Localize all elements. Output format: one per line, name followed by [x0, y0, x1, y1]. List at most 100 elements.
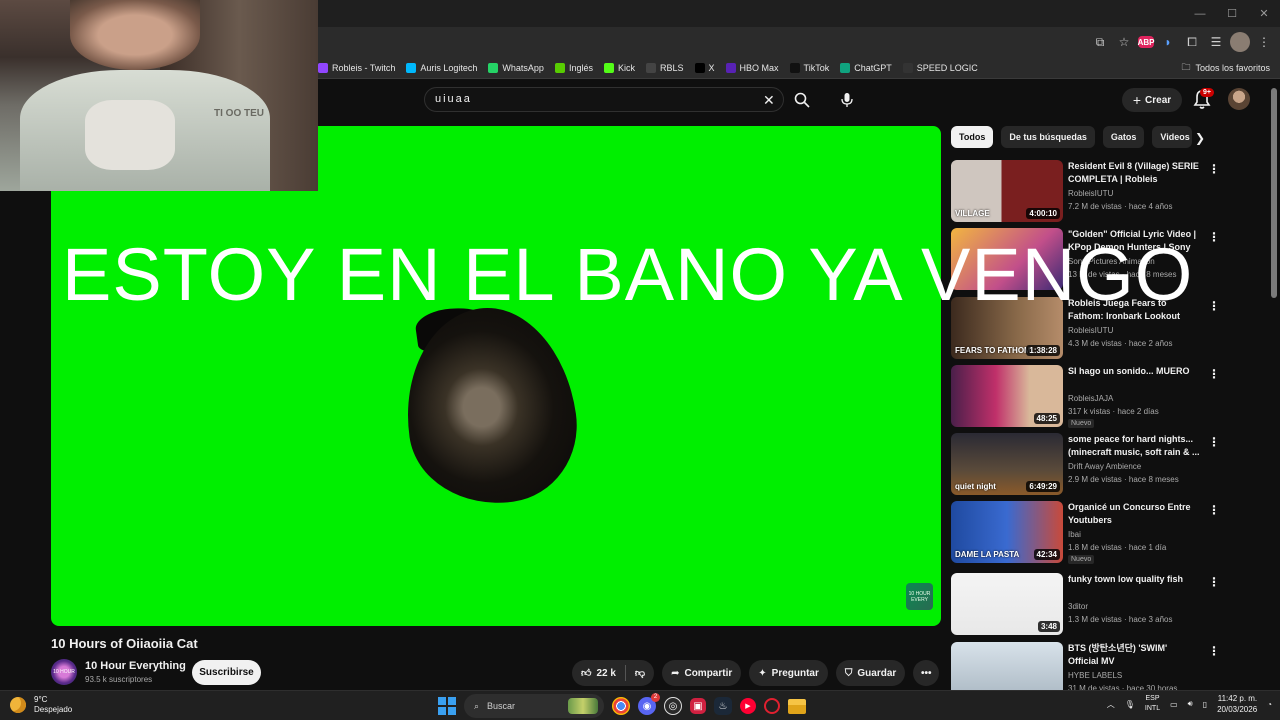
video-thumbnail[interactable]: VILLAGE 4:00:10 — [951, 160, 1063, 222]
recommendation-menu-icon[interactable]: ⋮ — [1208, 575, 1220, 589]
weather-widget[interactable]: 9°C Despejado — [10, 695, 72, 715]
recommendation-channel[interactable]: RobleisJAJA — [1068, 394, 1113, 403]
install-app-icon[interactable]: ⧉ — [1090, 32, 1110, 52]
filter-chip[interactable]: Todos — [951, 126, 994, 148]
search-button[interactable] — [786, 87, 818, 112]
chevron-up-icon[interactable]: ︿ — [1107, 699, 1115, 710]
video-player[interactable]: 10 HOUR EVERY — [51, 126, 941, 626]
taskbar-search[interactable]: ⌕ Buscar — [464, 694, 604, 718]
clock[interactable]: 11:42 p. m. 20/03/2026 — [1217, 693, 1257, 715]
adblock-extension-icon[interactable]: ABP — [1138, 36, 1154, 48]
bookmark-item[interactable]: WhatsApp — [488, 63, 544, 73]
obs-icon[interactable]: ◎ — [664, 697, 682, 715]
chevron-right-icon[interactable]: ❯ — [1195, 131, 1205, 145]
recommendation-item[interactable]: VILLAGE 4:00:10 Resident Evil 8 (Village) … — [951, 160, 1231, 222]
twitch-icon — [318, 63, 328, 73]
steam-icon[interactable]: ♨ — [714, 697, 732, 715]
channel-avatar[interactable]: 10 HOUR — [51, 659, 77, 685]
search-box[interactable]: uiuaa ✕ — [424, 87, 784, 112]
recorder-icon[interactable]: ▣ — [690, 698, 706, 714]
video-thumbnail[interactable]: quiet night 6:49:29 — [951, 433, 1063, 495]
chrome-icon[interactable] — [612, 697, 630, 715]
recommendation-menu-icon[interactable]: ⋮ — [1208, 162, 1220, 176]
maximize-icon[interactable]: ☐ — [1216, 0, 1248, 27]
like-button[interactable]: 👍︎ 22 k — [572, 660, 625, 686]
bookmark-item[interactable]: HBO Max — [725, 63, 779, 73]
recommendation-menu-icon[interactable]: ⋮ — [1208, 230, 1220, 244]
bookmark-item[interactable]: RBLS — [645, 63, 684, 73]
close-window-icon[interactable]: ✕ — [1248, 0, 1280, 27]
channel-watermark[interactable]: 10 HOUR EVERY — [906, 583, 933, 610]
video-thumbnail[interactable]: DAME LA PASTA 42:34 — [951, 501, 1063, 563]
create-button[interactable]: + Crear — [1122, 88, 1182, 112]
subscribe-button[interactable]: Suscribirse — [192, 660, 261, 685]
recommendation-title[interactable]: Resident Evil 8 (Village) SERIE COMPLETA… — [1068, 160, 1200, 186]
taskbar-search-icon: ⌕ — [474, 700, 480, 711]
recommendation-title[interactable]: SI hago un sonido... MUERO — [1068, 365, 1200, 378]
recommendation-channel[interactable]: RobleisIUTU — [1068, 326, 1113, 335]
reading-list-icon[interactable]: ☰ — [1206, 32, 1226, 52]
video-thumbnail[interactable]: 48:25 — [951, 365, 1063, 427]
ask-button[interactable]: ✦ Preguntar — [749, 660, 828, 686]
volume-icon[interactable]: 🔊︎ — [1188, 699, 1193, 709]
recommendation-item[interactable]: 3:48 funky town low quality fish 3ditor 1.3… — [951, 573, 1231, 635]
recommendation-menu-icon[interactable]: ⋮ — [1208, 367, 1220, 381]
opera-icon[interactable] — [764, 698, 780, 714]
recommendation-menu-icon[interactable]: ⋮ — [1208, 299, 1220, 313]
file-explorer-icon[interactable] — [788, 698, 806, 714]
notifications-icon[interactable]: ◔ — [1267, 700, 1272, 709]
browser-menu-icon[interactable]: ⋮ — [1254, 32, 1274, 52]
recommendation-channel[interactable]: 3ditor — [1068, 602, 1088, 611]
bookmark-item[interactable]: ChatGPT — [840, 63, 892, 73]
recommendation-channel[interactable]: RobleisIUTU — [1068, 189, 1113, 198]
recommendation-menu-icon[interactable]: ⋮ — [1208, 644, 1220, 658]
network-icon[interactable]: ▭ — [1170, 700, 1178, 709]
recommendation-channel[interactable]: Drift Away Ambience — [1068, 462, 1141, 471]
recommendation-item[interactable]: DAME LA PASTA 42:34 Organicé un Concurso E… — [951, 501, 1231, 564]
profile-avatar[interactable] — [1230, 32, 1250, 52]
bookmark-item[interactable]: Robleis - Twitch — [318, 63, 395, 73]
recommendation-channel[interactable]: HYBE LABELS — [1068, 671, 1122, 680]
recommendation-title[interactable]: BTS (방탄소년단) 'SWIM' Official MV — [1068, 642, 1200, 668]
bookmark-item[interactable]: Kick — [603, 63, 635, 73]
video-thumbnail[interactable]: 3:48 — [951, 573, 1063, 635]
search-input[interactable]: uiuaa — [435, 93, 472, 105]
recommendation-menu-icon[interactable]: ⋮ — [1208, 503, 1220, 517]
bookmark-item[interactable]: Auris Logitech — [406, 63, 477, 73]
recommendation-menu-icon[interactable]: ⋮ — [1208, 435, 1220, 449]
page-scrollbar[interactable] — [1271, 88, 1277, 298]
share-button[interactable]: ➦ Compartir — [662, 660, 742, 686]
voice-search-button[interactable] — [832, 85, 862, 115]
filter-chip[interactable]: De tus búsquedas — [1001, 126, 1095, 148]
star-icon[interactable]: ☆ — [1114, 32, 1134, 52]
battery-icon[interactable]: ▯ — [1203, 700, 1207, 709]
recommendation-title[interactable]: funky town low quality fish — [1068, 573, 1200, 586]
bookmark-item[interactable]: SPEED LOGIC — [902, 63, 978, 73]
bookmark-item[interactable]: Inglés — [554, 63, 593, 73]
dislike-button[interactable]: 👎︎ — [626, 660, 654, 686]
bookmark-item[interactable]: TikTok — [789, 63, 829, 73]
minimize-icon[interactable]: — — [1184, 0, 1216, 27]
discord-icon[interactable]: ◉ 2 — [638, 693, 660, 715]
channel-name[interactable]: 10 Hour Everything — [85, 660, 186, 672]
all-bookmarks[interactable]: 🗀 Todos los favoritos — [1181, 57, 1270, 79]
recommendation-title[interactable]: Organicé un Concurso Entre Youtubers — [1068, 501, 1200, 527]
tray-mic-icon[interactable]: 🎙︎ — [1125, 700, 1135, 709]
windows-start-icon[interactable] — [438, 697, 456, 715]
extensions-puzzle-icon[interactable]: ⧠ — [1182, 32, 1202, 52]
bookmark-item[interactable]: X — [694, 63, 715, 73]
clear-search-icon[interactable]: ✕ — [763, 92, 775, 109]
recommendation-channel[interactable]: Ibai — [1068, 530, 1081, 539]
youtube-music-icon[interactable]: ▶ — [740, 698, 756, 714]
audio-extension-icon[interactable]: ◗ — [1158, 32, 1178, 52]
account-avatar[interactable] — [1228, 88, 1250, 110]
more-actions-button[interactable]: ••• — [913, 660, 940, 686]
language-indicator[interactable]: ESP INTL — [1145, 694, 1160, 714]
filter-chip[interactable]: Gatos — [1102, 126, 1145, 148]
recommendation-title[interactable]: some peace for hard nights... (minecraft… — [1068, 433, 1200, 459]
recommendation-item[interactable]: 48:25 SI hago un sonido... MUERO RobleisJA… — [951, 365, 1231, 428]
window-controls: — ☐ ✕ — [1184, 0, 1280, 27]
recommendation-item[interactable]: quiet night 6:49:29 some peace for hard ni… — [951, 433, 1231, 495]
filter-chip[interactable]: Videos relacionados — [1152, 126, 1193, 148]
save-button[interactable]: ⛉ Guardar — [835, 660, 906, 686]
